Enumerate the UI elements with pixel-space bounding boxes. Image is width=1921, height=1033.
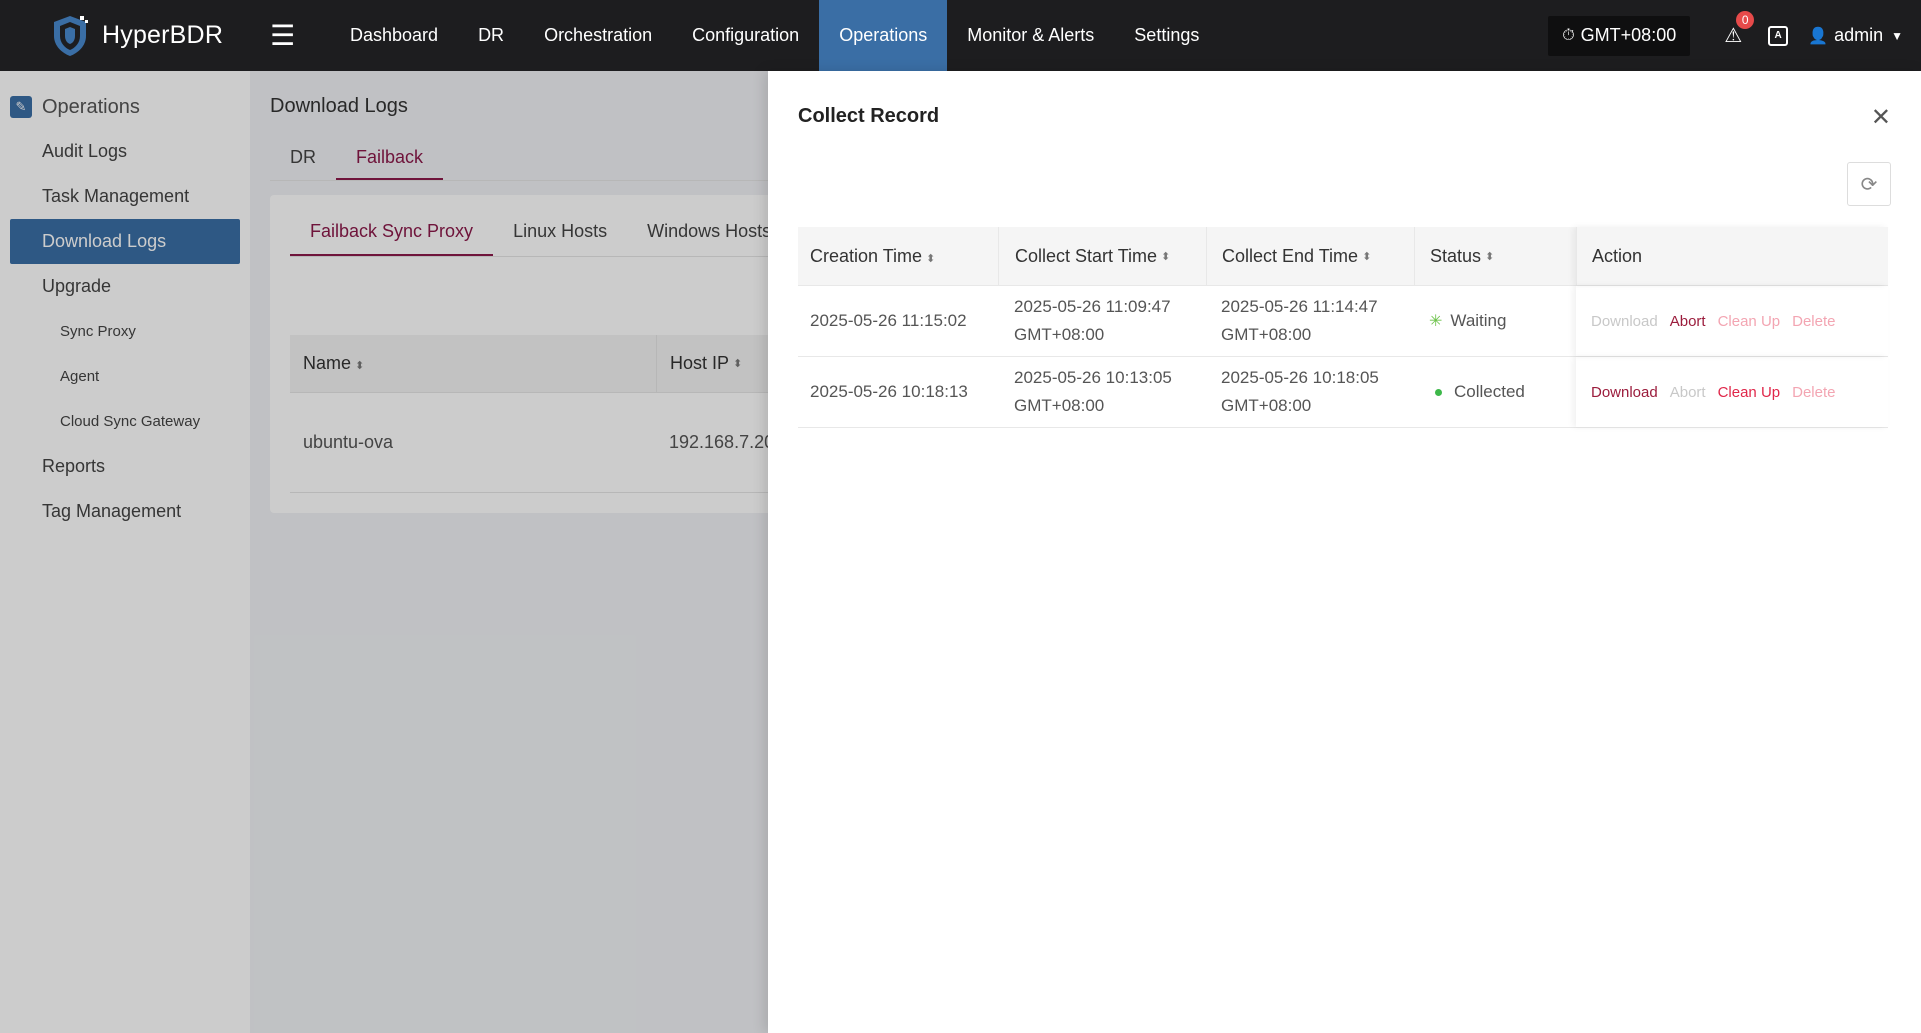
nav-operations[interactable]: Operations [819, 0, 948, 71]
header-action: Action [1576, 227, 1888, 285]
modal-overlay[interactable] [0, 71, 768, 1033]
header-creation-time[interactable]: Creation Time ⬍ [798, 246, 998, 267]
header-creation-time-label: Creation Time [810, 245, 923, 266]
clock-icon: ⏱ [1562, 26, 1575, 44]
clean-up-button[interactable]: Clean Up [1718, 313, 1781, 330]
logo[interactable]: HyperBDR [46, 12, 246, 60]
header-collect-end-time[interactable]: Collect End Time ⬍ [1206, 227, 1414, 285]
delete-button[interactable]: Delete [1792, 384, 1835, 401]
start-datetime: 2025-05-26 11:09:47 [1014, 297, 1171, 316]
alert-count-badge: 0 [1736, 11, 1755, 29]
collect-end-time: 2025-05-26 11:14:47 GMT+08:00 [1206, 286, 1414, 356]
action-cell: Download Abort Clean Up Delete [1576, 286, 1888, 356]
caret-down-icon: ▼ [1891, 28, 1903, 43]
sort-icon[interactable]: ⬍ [1161, 250, 1170, 263]
action-cell: Download Abort Clean Up Delete [1576, 357, 1888, 427]
abort-button[interactable]: Abort [1670, 384, 1706, 401]
status-cell: Collected [1414, 357, 1576, 427]
refresh-icon: ⟳ [1860, 173, 1878, 196]
topbar-right: ⏱ GMT+08:00 ⚠ 0 A 👤 admin ▼ [1548, 0, 1921, 71]
end-datetime: 2025-05-26 11:14:47 [1221, 297, 1378, 316]
creation-time: 2025-05-26 10:18:13 [810, 382, 968, 401]
app-name: HyperBDR [102, 21, 224, 49]
success-dot-icon [1435, 388, 1442, 396]
status-label: Collected [1454, 382, 1525, 401]
collect-end-time: 2025-05-26 10:18:05 GMT+08:00 [1206, 357, 1414, 427]
nav-settings[interactable]: Settings [1114, 0, 1219, 71]
nav-dashboard[interactable]: Dashboard [330, 0, 458, 71]
header-collect-end-time-label: Collect End Time [1222, 245, 1359, 266]
download-button[interactable]: Download [1591, 384, 1658, 401]
language-icon[interactable]: A [1768, 25, 1789, 46]
header-status-label: Status [1430, 245, 1482, 266]
timezone-display[interactable]: ⏱ GMT+08:00 [1548, 15, 1691, 56]
timezone-label: GMT+08:00 [1580, 25, 1677, 45]
status-label: Waiting [1450, 311, 1507, 330]
table-row: 2025-05-26 10:18:13 2025-05-26 10:13:05 … [798, 357, 1888, 428]
table-header: Creation Time ⬍ Collect Start Time ⬍ Colle… [798, 227, 1888, 286]
end-datetime: 2025-05-26 10:18:05 [1221, 368, 1379, 387]
drawer-title: Collect Record [798, 105, 940, 127]
collect-start-time: 2025-05-26 10:13:05 GMT+08:00 [998, 357, 1206, 427]
menu-toggle-icon[interactable]: ☰ [270, 19, 310, 52]
start-timezone: GMT+08:00 [1014, 396, 1105, 415]
sort-icon[interactable]: ⬍ [1485, 250, 1494, 263]
end-timezone: GMT+08:00 [1221, 325, 1312, 344]
hyperbdr-shield-icon [54, 15, 88, 56]
header-status[interactable]: Status ⬍ [1414, 227, 1576, 285]
collect-record-table: Creation Time ⬍ Collect Start Time ⬍ Colle… [798, 227, 1888, 428]
user-name: admin [1834, 25, 1884, 45]
collect-record-drawer: Collect Record ✕ ⟳ Creation Time ⬍ Collec… [768, 71, 1921, 1033]
refresh-button[interactable]: ⟳ [1847, 162, 1891, 206]
status-cell: ✳ Waiting [1414, 286, 1576, 356]
creation-time: 2025-05-26 11:15:02 [810, 311, 967, 330]
end-timezone: GMT+08:00 [1221, 396, 1312, 415]
top-navbar: HyperBDR ☰ Dashboard DR Orchestration Co… [0, 0, 1921, 71]
nav-configuration[interactable]: Configuration [672, 0, 819, 71]
close-icon[interactable]: ✕ [1871, 103, 1891, 132]
main-nav: Dashboard DR Orchestration Configuration… [330, 0, 1219, 71]
sort-icon[interactable]: ⬍ [1362, 250, 1371, 263]
user-menu[interactable]: 👤 admin ▼ [1808, 25, 1903, 46]
abort-button[interactable]: Abort [1670, 313, 1706, 330]
warning-icon: ⚠ [1724, 25, 1743, 47]
nav-dr[interactable]: DR [458, 0, 524, 71]
alert-button[interactable]: ⚠ 0 [1724, 11, 1755, 48]
header-collect-start-time-label: Collect Start Time [1015, 245, 1158, 266]
delete-button[interactable]: Delete [1792, 313, 1835, 330]
table-row: 2025-05-26 11:15:02 2025-05-26 11:09:47 … [798, 286, 1888, 357]
collect-start-time: 2025-05-26 11:09:47 GMT+08:00 [998, 286, 1206, 356]
start-datetime: 2025-05-26 10:13:05 [1014, 368, 1172, 387]
nav-monitor-alerts[interactable]: Monitor & Alerts [947, 0, 1114, 71]
header-collect-start-time[interactable]: Collect Start Time ⬍ [998, 227, 1206, 285]
download-button[interactable]: Download [1591, 313, 1658, 330]
sort-icon[interactable]: ⬍ [926, 253, 935, 265]
start-timezone: GMT+08:00 [1014, 325, 1105, 344]
nav-orchestration[interactable]: Orchestration [524, 0, 672, 71]
user-icon: 👤 [1808, 27, 1829, 45]
loading-spinner-icon: ✳ [1429, 313, 1443, 330]
clean-up-button[interactable]: Clean Up [1718, 384, 1781, 401]
